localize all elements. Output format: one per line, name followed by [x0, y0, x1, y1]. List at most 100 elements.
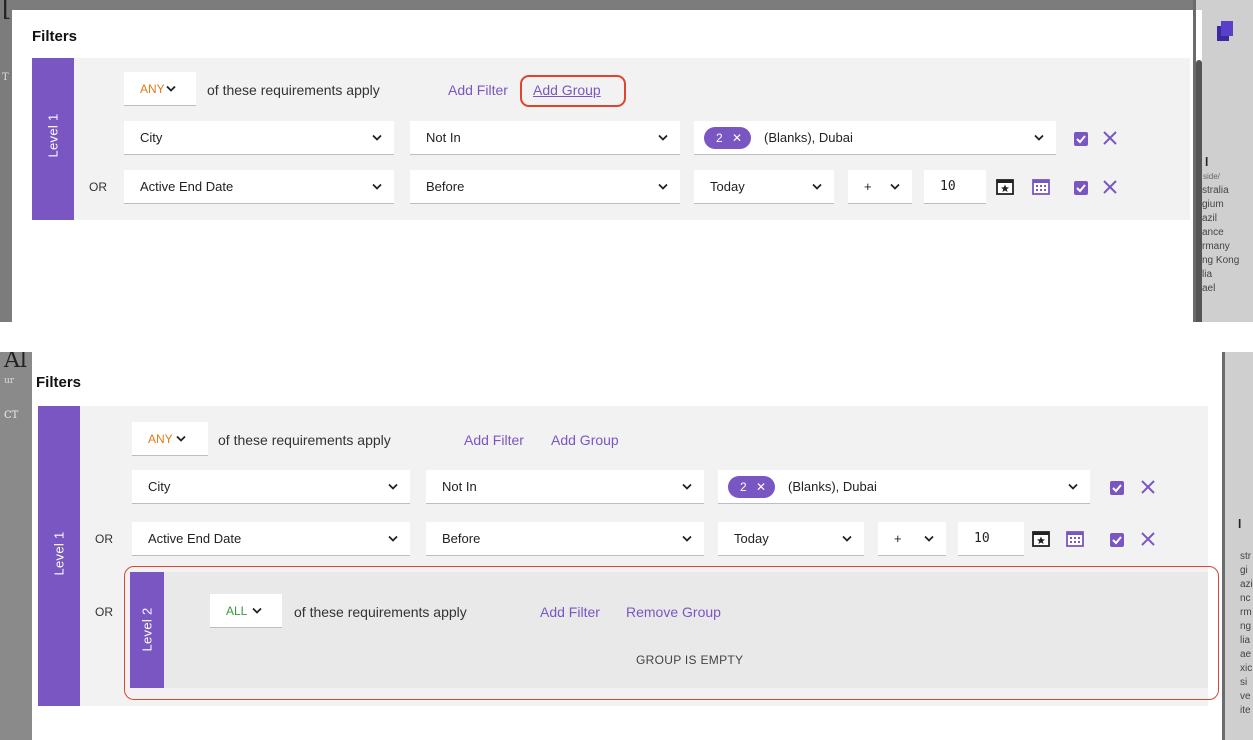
bg-side-item: ael [1202, 283, 1216, 294]
operator-value: Before [442, 531, 481, 546]
bg-side-item: ng [1240, 621, 1252, 632]
chip-count: 2 [740, 480, 747, 494]
calendar-star-icon[interactable] [996, 177, 1014, 200]
any-label: ANY [148, 432, 173, 446]
or-label: OR [95, 605, 113, 619]
operator-select[interactable]: Before [410, 170, 680, 204]
checkbox-icon[interactable] [1074, 181, 1088, 200]
checkbox-icon[interactable] [1110, 481, 1124, 500]
bg-side-item: rm [1240, 607, 1252, 618]
field-select-city[interactable]: City [124, 121, 394, 155]
bg-side-item: gi [1240, 565, 1248, 576]
bg-side-item: stralia [1202, 185, 1229, 196]
any-all-select[interactable]: ANY [124, 72, 196, 106]
chevron-down-icon [812, 170, 822, 204]
operator-value: Not In [426, 130, 461, 145]
level1-label: Level 1 [51, 531, 67, 576]
modal-scrollbar[interactable] [1196, 60, 1202, 322]
chevron-down-icon [388, 470, 398, 504]
sign-value: + [864, 179, 872, 194]
bg-fragment-bottom-small: ur [4, 376, 15, 386]
selection-count-chip[interactable]: 2 ✕ [728, 476, 776, 498]
selected-values: (Blanks), Dubai [788, 479, 877, 494]
operator-select[interactable]: Before [426, 522, 704, 556]
date-select[interactable]: Today [718, 522, 864, 556]
bg-side-item: lia [1240, 635, 1251, 646]
copy-icon[interactable] [1215, 20, 1235, 42]
level1-tab: Level 1 [38, 406, 80, 706]
chevron-down-icon [658, 121, 668, 155]
calendar-star-icon[interactable] [1032, 529, 1050, 552]
chevron-down-icon [372, 121, 382, 155]
or-label: OR [89, 180, 107, 194]
remove-icon[interactable] [1102, 130, 1118, 151]
sign-select[interactable]: + [848, 170, 912, 204]
number-input[interactable]: 10 [924, 170, 986, 204]
filters-modal-top: Filters Level 1 ANY of these requirement… [12, 10, 1202, 322]
filters-modal-bottom: Filters Level 1 ANY of these requirement… [32, 352, 1222, 740]
number-value: 10 [940, 179, 956, 194]
chevron-down-icon [890, 170, 900, 204]
any-label: ANY [140, 82, 165, 96]
date-value: Today [710, 179, 745, 194]
filters-title: Filters [36, 374, 82, 391]
bg-side-heading: l [1205, 155, 1209, 169]
bg-side-item: ance [1202, 227, 1224, 238]
highlight-add-group [520, 75, 626, 107]
bg-side-item: azil [1202, 213, 1218, 224]
chevron-down-icon [166, 72, 176, 106]
field-select-city[interactable]: City [132, 470, 410, 504]
field-select-date[interactable]: Active End Date [124, 170, 394, 204]
chevron-down-icon [682, 470, 692, 504]
bg-side-heading: l [1238, 517, 1242, 531]
chevron-down-icon [372, 170, 382, 204]
add-group-link[interactable]: Add Group [551, 432, 619, 448]
checkbox-icon[interactable] [1074, 132, 1088, 151]
top-screenshot: [ T l side/ stralia gium azil ance rmany… [0, 0, 1253, 322]
field-value: Active End Date [140, 179, 234, 194]
chevron-down-icon [1034, 121, 1044, 155]
sign-select[interactable]: + [878, 522, 946, 556]
remove-icon[interactable] [1140, 479, 1156, 500]
level1-tab: Level 1 [32, 58, 74, 220]
value-multiselect[interactable]: 2 ✕ (Blanks), Dubai [718, 470, 1090, 504]
calendar-icon[interactable] [1066, 529, 1084, 552]
field-select-date[interactable]: Active End Date [132, 522, 410, 556]
date-select[interactable]: Today [694, 170, 834, 204]
bg-side-item: ite [1240, 705, 1251, 716]
field-value: City [140, 130, 163, 145]
chevron-down-icon [924, 522, 934, 556]
bg-side-item: lia [1202, 269, 1213, 280]
bg-dark-bar [1222, 352, 1225, 740]
operator-select[interactable]: Not In [426, 470, 704, 504]
calendar-icon[interactable] [1032, 177, 1050, 200]
bg-dark-bar [1193, 0, 1196, 322]
selection-count-chip[interactable]: 2 ✕ [704, 127, 752, 149]
add-filter-link[interactable]: Add Filter [464, 432, 524, 448]
operator-value: Not In [442, 479, 477, 494]
remove-icon[interactable] [1140, 531, 1156, 552]
close-icon[interactable]: ✕ [756, 480, 766, 494]
bg-side-item: azi [1240, 579, 1253, 590]
bg-fragment-top-left: T [2, 72, 9, 83]
bg-side-list-top: stralia gium azil ance rmany ng Kong lia… [1202, 184, 1239, 296]
add-filter-link[interactable]: Add Filter [448, 82, 508, 98]
highlight-level2-group [124, 566, 1219, 700]
field-value: Active End Date [148, 531, 242, 546]
chevron-down-icon [176, 422, 186, 456]
chevron-down-icon [842, 522, 852, 556]
bg-side-item: gium [1202, 199, 1224, 210]
close-icon[interactable]: ✕ [732, 131, 742, 145]
bg-side-item: ng Kong [1202, 255, 1240, 266]
bg-side-sub: side/ [1203, 172, 1220, 181]
number-input[interactable]: 10 [958, 522, 1024, 556]
chip-count: 2 [716, 131, 723, 145]
bg-side-item: ae [1240, 649, 1252, 660]
checkbox-icon[interactable] [1110, 533, 1124, 552]
value-multiselect[interactable]: 2 ✕ (Blanks), Dubai [694, 121, 1056, 155]
level1-label: Level 1 [45, 113, 61, 158]
bg-fragment-top: [ [2, 0, 12, 22]
any-all-select[interactable]: ANY [132, 422, 208, 456]
operator-select[interactable]: Not In [410, 121, 680, 155]
remove-icon[interactable] [1102, 179, 1118, 200]
